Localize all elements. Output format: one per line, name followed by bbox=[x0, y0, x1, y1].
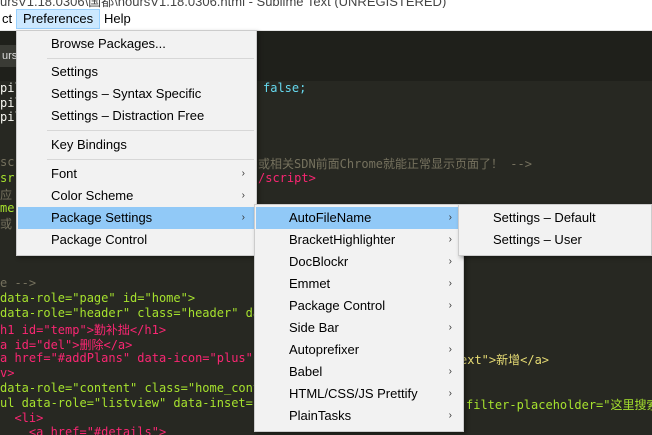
menu-separator bbox=[47, 130, 254, 131]
menu-item-autofilename[interactable]: AutoFileName › bbox=[256, 207, 462, 229]
chevron-right-icon: › bbox=[241, 168, 245, 179]
menu-item-settings-distraction[interactable]: Settings – Distraction Free bbox=[18, 105, 288, 127]
menu-item-babel[interactable]: Babel › bbox=[256, 361, 462, 383]
menu-item-label: Settings bbox=[51, 64, 98, 79]
code-line: me bbox=[0, 201, 15, 215]
code-line: data-role="header" class="header" da bbox=[0, 306, 261, 320]
menu-bar: ct Preferences Help bbox=[0, 8, 652, 31]
menu-item-label: Key Bindings bbox=[51, 137, 127, 152]
menu-item-label: Package Control bbox=[51, 232, 148, 247]
menu-item-label: Emmet bbox=[289, 276, 331, 291]
chevron-right-icon: › bbox=[448, 256, 452, 267]
window-title-bar: ursV1.18.0306\国都\hoursV1.18.0306.html - … bbox=[0, 0, 652, 8]
code-line: <a href="#details"> bbox=[0, 425, 167, 435]
menu-item-color-scheme[interactable]: Color Scheme › bbox=[18, 185, 255, 207]
menu-item-settings[interactable]: Settings bbox=[18, 61, 288, 83]
chevron-right-icon: › bbox=[448, 344, 452, 355]
menu-item-label: PlainTasks bbox=[289, 408, 352, 423]
chevron-right-icon: › bbox=[448, 388, 452, 399]
window-title: ursV1.18.0306\国都\hoursV1.18.0306.html - … bbox=[0, 0, 447, 8]
menu-item-label: Package Settings bbox=[51, 210, 153, 225]
menu-item-package-control[interactable]: Package Control bbox=[18, 229, 255, 251]
menu-item-label: Babel bbox=[289, 364, 323, 379]
code-line-right: filter-placeholder="这里搜索 bbox=[466, 398, 652, 412]
code-line: data-role="page" id="home"> bbox=[0, 291, 196, 305]
menu-item-package-settings[interactable]: Package Settings › bbox=[18, 207, 255, 229]
menu-item-label: Package Control bbox=[289, 298, 386, 313]
menu-separator bbox=[47, 58, 254, 59]
menu-item-label: HTML/CSS/JS Prettify bbox=[289, 386, 418, 401]
menu-item-html-css-js-prettify[interactable]: HTML/CSS/JS Prettify › bbox=[256, 383, 462, 405]
code-line-right: 或相关SDN前面Chrome就能正常显示页面了！ --> bbox=[258, 157, 532, 171]
menu-item-label: Font bbox=[51, 166, 78, 181]
code-line: <li> bbox=[0, 411, 44, 425]
menu-item-label: Settings – Syntax Specific bbox=[51, 86, 202, 101]
chevron-right-icon: › bbox=[448, 410, 452, 421]
chevron-right-icon: › bbox=[448, 278, 452, 289]
menu-preferences[interactable]: Preferences bbox=[16, 9, 101, 29]
menu-item-package-control[interactable]: Package Control › bbox=[256, 295, 462, 317]
code-line: v> bbox=[0, 366, 15, 380]
menu-item-label: DocBlockr bbox=[289, 254, 349, 269]
code-line: data-role="content" class="home_cont bbox=[0, 381, 261, 395]
autofilename-menu: Settings – Default Settings – User bbox=[458, 204, 652, 256]
chevron-right-icon: › bbox=[448, 234, 452, 245]
menu-item-label: BracketHighlighter bbox=[289, 232, 396, 247]
code-line-right: ext">新增</a> bbox=[460, 353, 550, 367]
menu-item-autoprefixer[interactable]: Autoprefixer › bbox=[256, 339, 462, 361]
preferences-menu: Browse Packages... Settings Settings – S… bbox=[16, 30, 257, 256]
menu-item-settings-syntax[interactable]: Settings – Syntax Specific bbox=[18, 83, 288, 105]
menu-separator bbox=[47, 159, 254, 160]
menu-item-side-bar[interactable]: Side Bar › bbox=[256, 317, 462, 339]
code-line: ul data-role="listview" data-inset= bbox=[0, 396, 253, 410]
menu-item-emmet[interactable]: Emmet › bbox=[256, 273, 462, 295]
menu-item-label: Color Scheme bbox=[51, 188, 134, 203]
menu-item-brackethighlighter[interactable]: BracketHighlighter › bbox=[256, 229, 462, 251]
menu-item-label: Autoprefixer bbox=[289, 342, 360, 357]
menu-item-font[interactable]: Font › bbox=[18, 163, 255, 185]
menu-item-browse-packages[interactable]: Browse Packages... bbox=[18, 33, 288, 55]
code-line: e --> bbox=[0, 276, 37, 290]
menu-item-settings-user[interactable]: Settings – User bbox=[460, 229, 650, 251]
menu-item-docblockr[interactable]: DocBlockr › bbox=[256, 251, 462, 273]
code-line: 或 bbox=[0, 217, 13, 231]
menu-item-key-bindings[interactable]: Key Bindings bbox=[18, 134, 288, 156]
code-line: a href="#addPlans" data-icon="plus" bbox=[0, 351, 253, 365]
chevron-right-icon: › bbox=[448, 212, 452, 223]
chevron-right-icon: › bbox=[448, 300, 452, 311]
chevron-right-icon: › bbox=[448, 322, 452, 333]
package-settings-menu: AutoFileName › BracketHighlighter › DocBlo… bbox=[254, 204, 464, 432]
chevron-right-icon: › bbox=[448, 366, 452, 377]
menu-item-label: Settings – Distraction Free bbox=[51, 108, 205, 123]
code-line-right: /script> bbox=[258, 171, 316, 185]
menu-item-label: AutoFileName bbox=[289, 210, 372, 225]
menu-item-label: Settings – Default bbox=[493, 210, 596, 225]
chevron-right-icon: › bbox=[241, 212, 245, 223]
menu-item-plaintasks[interactable]: PlainTasks › bbox=[256, 405, 462, 427]
menu-item-settings-default[interactable]: Settings – Default bbox=[460, 207, 650, 229]
chevron-right-icon: › bbox=[241, 190, 245, 201]
code-line: sr bbox=[0, 171, 15, 185]
menu-item-label: Side Bar bbox=[289, 320, 339, 335]
code-line: sc bbox=[0, 155, 15, 169]
menu-item-label: Settings – User bbox=[493, 232, 582, 247]
menu-item-label: Browse Packages... bbox=[51, 36, 166, 51]
menu-help[interactable]: Help bbox=[98, 10, 137, 28]
